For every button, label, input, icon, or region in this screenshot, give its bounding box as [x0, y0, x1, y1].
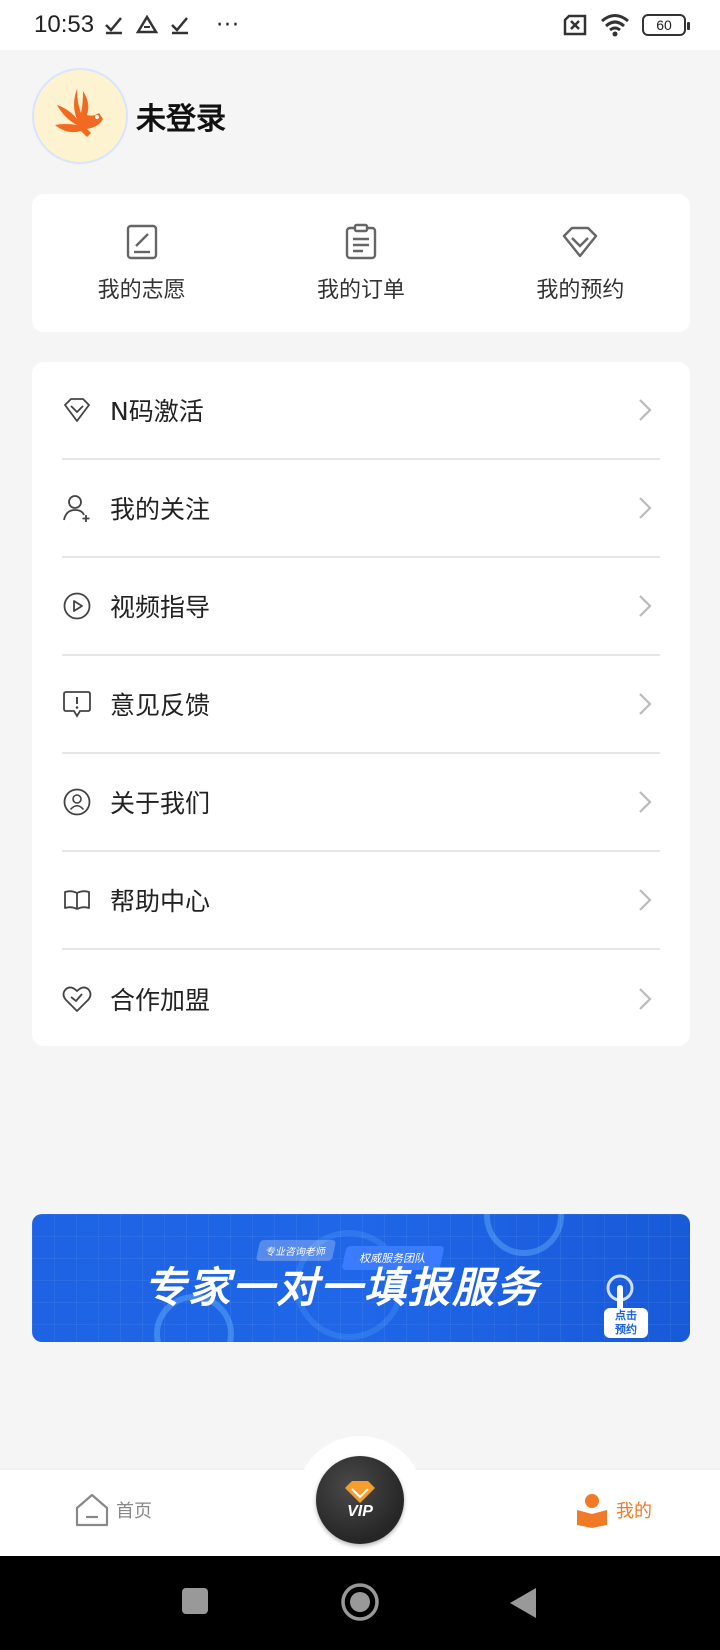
menu-item-label: 意见反馈 [110, 691, 211, 720]
menu-item-label: 我的关注 [110, 495, 211, 524]
quick-action-label: 我的订单 [316, 278, 405, 303]
vip-button-wrapper: VIP [296, 1436, 424, 1564]
menu-item-feedback[interactable]: 意见反馈 [62, 656, 660, 754]
username-label[interactable]: 未登录 [136, 94, 226, 138]
menu-item-label: 合作加盟 [110, 986, 211, 1015]
chevron-right-icon [639, 988, 652, 1010]
quick-action-label: 我的预约 [536, 278, 625, 303]
nav-home-label: 首页 [116, 1501, 152, 1522]
vip-button[interactable]: VIP [316, 1456, 404, 1544]
menu-item-label: 关于我们 [110, 789, 211, 818]
quick-action-my-appointments[interactable]: 我的预约 [471, 194, 690, 332]
banner-title: 专家一对一填报服务 [144, 1263, 541, 1312]
user-add-icon [63, 495, 90, 522]
diamond-icon [563, 226, 598, 258]
drive-icon [136, 15, 159, 34]
quick-action-my-orders[interactable]: 我的订单 [251, 194, 470, 332]
profile-header[interactable]: 未登录 [32, 68, 226, 164]
status-notification-icons: ··· [104, 13, 240, 38]
phoenix-logo-icon [55, 89, 103, 137]
book-icon [64, 890, 90, 910]
chevron-right-icon [639, 791, 652, 813]
expert-service-banner[interactable]: 专业咨询老师 权威服务团队 专家一对一填报服务 点击 预约 [32, 1214, 690, 1342]
system-navigation-bar [0, 1556, 720, 1650]
chevron-right-icon [639, 889, 652, 911]
quick-action-my-applications[interactable]: 我的志愿 [32, 194, 251, 332]
chevron-right-icon [639, 693, 652, 715]
avatar[interactable] [32, 68, 128, 164]
vip-label: VIP [347, 1503, 373, 1520]
menu-item-partnership[interactable]: 合作加盟 [62, 950, 660, 1048]
chevron-right-icon [639, 399, 652, 421]
play-circle-icon [63, 592, 91, 620]
banner-cta-line: 预约 [615, 1323, 637, 1336]
home-circle-icon[interactable] [340, 1582, 380, 1622]
feedback-icon [63, 691, 91, 718]
banner-cta-line: 点击 [615, 1309, 637, 1322]
nav-home[interactable]: 首页 [74, 1492, 152, 1528]
document-edit-icon [126, 224, 157, 260]
menu-item-my-follows[interactable]: 我的关注 [62, 460, 660, 558]
menu-item-label: 帮助中心 [110, 887, 211, 916]
menu-item-video-guidance[interactable]: 视频指导 [62, 558, 660, 656]
banner-book-button[interactable]: 点击 预约 [604, 1308, 648, 1338]
chevron-right-icon [639, 497, 652, 519]
status-bar: 10:53 ··· 60 [0, 0, 720, 50]
sim-off-icon [563, 14, 587, 36]
back-icon[interactable] [508, 1586, 538, 1620]
recent-apps-icon[interactable] [180, 1586, 210, 1616]
battery-icon: 60 [642, 14, 690, 36]
status-time: 10:53 [34, 11, 95, 38]
menu-item-label: N码激活 [110, 397, 204, 426]
about-icon [63, 788, 91, 816]
clipboard-icon [345, 223, 377, 260]
nav-mine-label: 我的 [616, 1501, 652, 1522]
diamond-icon [64, 398, 90, 422]
home-icon [75, 1493, 109, 1527]
menu-item-help-center[interactable]: 帮助中心 [62, 852, 660, 950]
nav-mine[interactable]: 我的 [574, 1492, 652, 1528]
check-download-icon [171, 17, 189, 35]
chevron-right-icon [639, 595, 652, 617]
quick-action-label: 我的志愿 [97, 278, 186, 303]
wifi-icon [601, 14, 629, 37]
battery-level: 60 [656, 17, 672, 33]
user-profile-icon [577, 1494, 607, 1528]
check-download-icon [105, 17, 123, 35]
menu-list: N码激活 我的关注 视频指导 意见反馈 关于我们 帮助中心 合作加盟 [32, 362, 690, 1046]
menu-item-n-code-activation[interactable]: N码激活 [62, 362, 660, 460]
more-notifications-icon: ··· [216, 12, 241, 38]
partner-icon [62, 986, 92, 1012]
menu-item-label: 视频指导 [110, 593, 211, 622]
quick-actions-card: 我的志愿 我的订单 我的预约 [32, 194, 690, 332]
menu-item-about-us[interactable]: 关于我们 [62, 754, 660, 852]
vip-diamond-icon [345, 1481, 375, 1503]
